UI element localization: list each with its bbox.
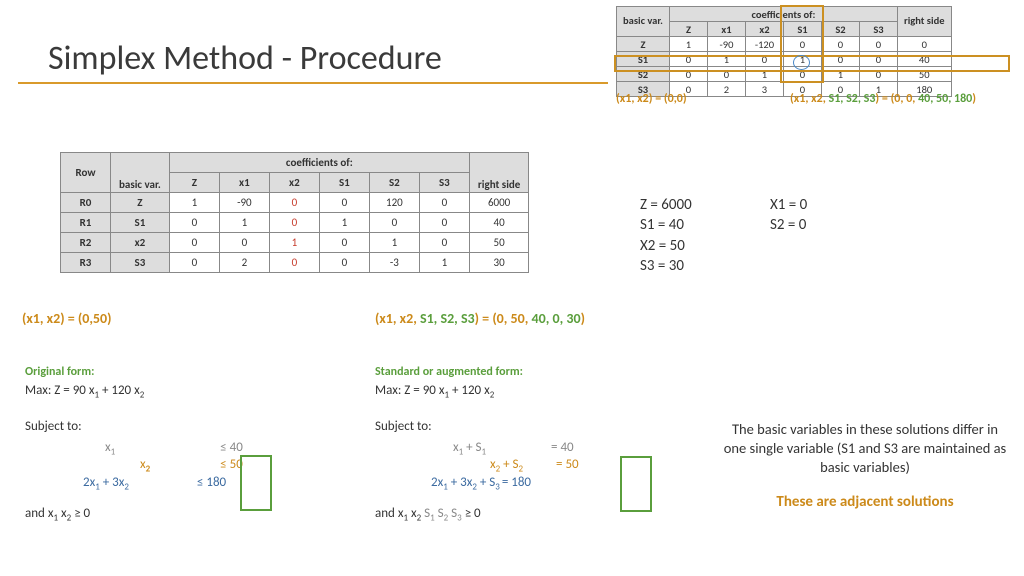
col-rs: right side bbox=[469, 153, 528, 193]
constraint-box-standard bbox=[620, 456, 652, 512]
solution-values-left: Z = 6000S1 = 40X2 = 50S3 = 30 bbox=[640, 195, 692, 276]
next-tableau: Rowbasic var.coefficients of:right side … bbox=[60, 152, 529, 273]
table-row: S200101050 bbox=[617, 67, 952, 82]
page-title: Simplex Method - Procedure bbox=[48, 38, 442, 79]
col-rs: right side bbox=[897, 7, 951, 37]
soln-initial-full: (x1, x2, S1, S2, S3) = (0, 0, 40, 50, 18… bbox=[790, 92, 976, 106]
col-row: Row bbox=[61, 153, 111, 193]
solution-values-right: X1 = 0S2 = 0 bbox=[770, 195, 807, 236]
initial-tableau: basic var.coefficients of:right side Zx1… bbox=[616, 6, 952, 97]
constraint-box-original bbox=[240, 455, 272, 511]
col-coef: coefficients of: bbox=[169, 153, 469, 173]
table-row: R3S30200-3130 bbox=[61, 253, 529, 273]
col-basicvar: basic var. bbox=[111, 153, 170, 193]
soln-initial-short: (x1, x2) = (0,0) bbox=[616, 92, 687, 106]
standard-form: Standard or augmented form: Max: Z = 90 … bbox=[375, 365, 579, 524]
soln-next-full: (x1, x2, S1, S2, S3) = (0, 50, 40, 0, 30… bbox=[375, 310, 585, 327]
adjacent-solutions-label: These are adjacent solutions bbox=[720, 493, 1010, 513]
table-row: S101010040 bbox=[617, 52, 952, 67]
soln-next-short: (x1, x2) = (0,50) bbox=[22, 310, 111, 327]
table-row: R0Z1-900012006000 bbox=[61, 193, 529, 213]
title-underline bbox=[18, 82, 608, 84]
conclusion-text: The basic variables in these solutions d… bbox=[720, 420, 1010, 512]
table-row: R2x200101050 bbox=[61, 233, 529, 253]
col-coef: coefficients of: bbox=[669, 7, 897, 22]
table-row: R1S101010040 bbox=[61, 213, 529, 233]
col-basicvar: basic var. bbox=[617, 7, 670, 37]
table-row: Z1-90-1200000 bbox=[617, 37, 952, 52]
original-form: Original form: Max: Z = 90 x1 + 120 x2 S… bbox=[25, 365, 243, 524]
